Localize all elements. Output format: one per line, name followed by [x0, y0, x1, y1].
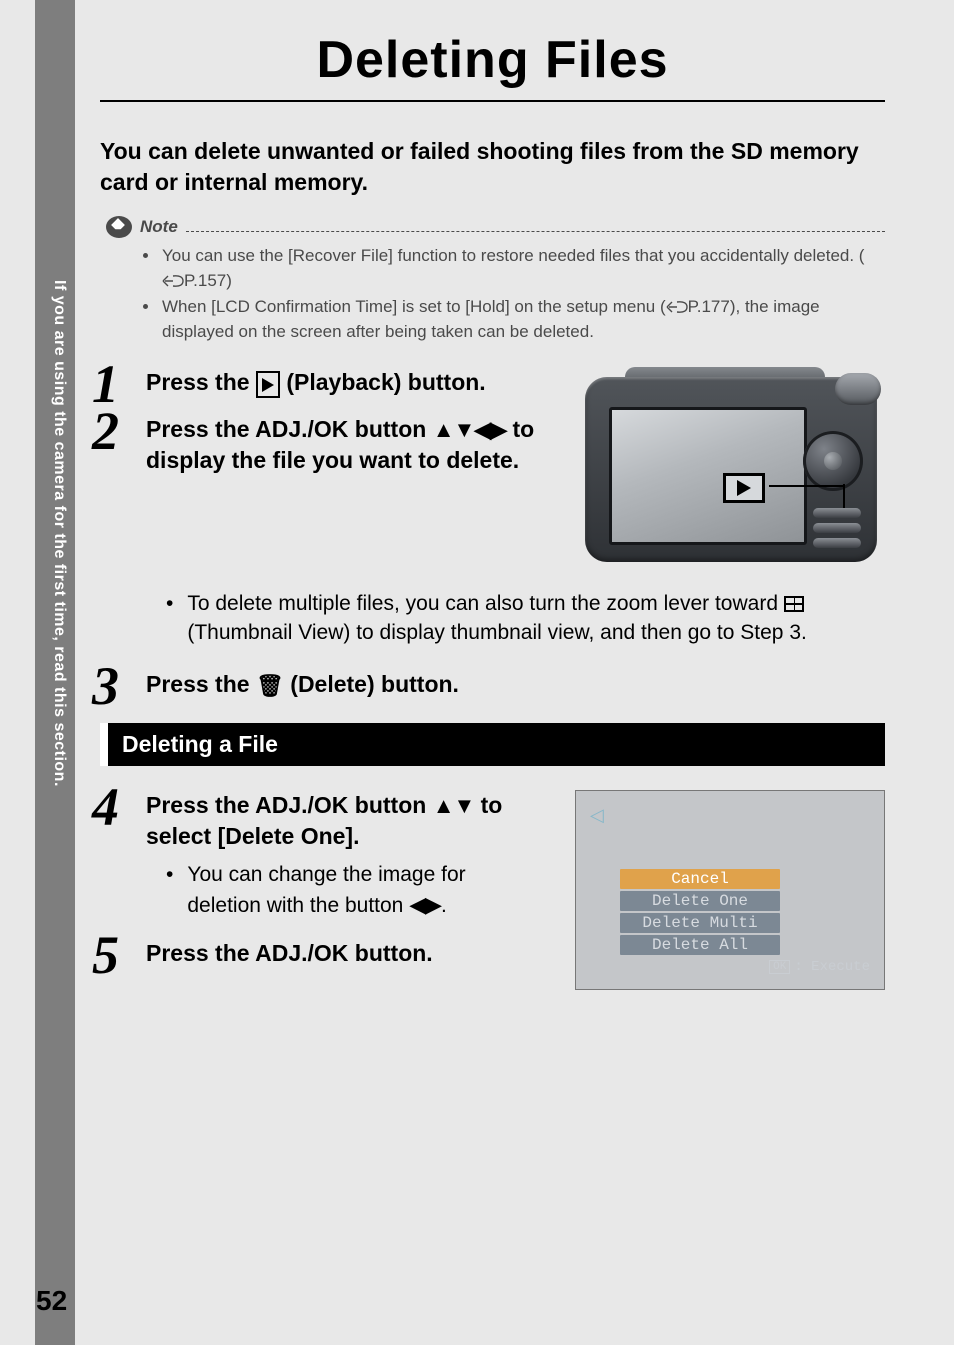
- step-4: 4 Press the ADJ./OK button ▲▼ to select …: [100, 790, 536, 920]
- menu-ok-hint: OK : Execute: [769, 959, 870, 975]
- step-4-bullet: • You can change the image for deletion …: [166, 860, 536, 920]
- text: (Playback) button.: [280, 369, 486, 395]
- playback-button-callout: [723, 473, 765, 503]
- step-number: 5: [92, 924, 119, 986]
- step-text: Press the (Playback) button.: [146, 367, 536, 398]
- bullet-dot: •: [166, 860, 173, 920]
- text: Press the ADJ./OK button: [146, 792, 433, 818]
- reference-icon: [162, 274, 184, 288]
- note-text: You can use the [Recover File] function …: [162, 246, 864, 265]
- step-group-1: 1 Press the (Playback) button. 2 Press t…: [100, 367, 885, 581]
- ok-key-icon: OK: [769, 960, 790, 974]
- menu-item-delete-all: Delete All: [620, 935, 780, 955]
- step-number: 2: [92, 400, 119, 462]
- dpad-arrows-icon: ▲▼◀▶: [433, 417, 506, 442]
- note-ref: P.157: [184, 271, 226, 290]
- delete-menu-illustration: ◁ Cancel Delete One Delete Multi Delete …: [575, 790, 885, 990]
- step-text: Press the ADJ./OK button ▲▼◀▶ to display…: [146, 414, 536, 476]
- note-text: When [LCD Confirmation Time] is set to […: [162, 297, 666, 316]
- text: (Thumbnail View) to display thumbnail vi…: [187, 621, 806, 644]
- page-title: Deleting Files: [100, 30, 885, 102]
- menu-item-delete-one: Delete One: [620, 891, 780, 911]
- pencil-icon: [106, 216, 132, 238]
- delete-menu-list: Cancel Delete One Delete Multi Delete Al…: [620, 869, 780, 957]
- step-2-bullet: • To delete multiple files, you can also…: [166, 589, 885, 648]
- step-text: Press the 🗑︎ (Delete) button.: [146, 669, 885, 701]
- bullet-text: You can change the image for deletion wi…: [187, 860, 536, 920]
- text: To delete multiple files, you can also t…: [187, 592, 783, 615]
- thumbnail-view-icon: [784, 596, 804, 612]
- note-block: Note You can use the [Recover File] func…: [106, 216, 885, 345]
- step-3: 3 Press the 🗑︎ (Delete) button.: [100, 669, 885, 701]
- step-2: 2 Press the ADJ./OK button ▲▼◀▶ to displ…: [100, 414, 536, 476]
- leftright-arrows-icon: ◀▶: [409, 892, 441, 917]
- step-5: 5 Press the ADJ./OK button.: [100, 938, 536, 969]
- updown-arrows-icon: ▲▼: [433, 793, 475, 818]
- bullet-dot: •: [166, 589, 173, 648]
- text: .: [441, 894, 447, 917]
- reference-icon: [666, 300, 688, 314]
- camera-illustration: [575, 367, 885, 577]
- step-group-2: 4 Press the ADJ./OK button ▲▼ to select …: [100, 790, 885, 990]
- menu-left-arrow-icon: ◁: [590, 805, 604, 826]
- text: Press the: [146, 369, 256, 395]
- page-content: Deleting Files You can delete unwanted o…: [100, 30, 885, 990]
- text: Press the ADJ./OK button: [146, 416, 433, 442]
- text: (Delete) button.: [284, 671, 459, 697]
- step-1: 1 Press the (Playback) button.: [100, 367, 536, 398]
- bullet-text: To delete multiple files, you can also t…: [187, 589, 885, 648]
- playback-icon: [256, 371, 280, 398]
- note-item: When [LCD Confirmation Time] is set to […: [160, 295, 885, 344]
- step-number: 4: [92, 776, 119, 838]
- step-text: Press the ADJ./OK button.: [146, 938, 536, 969]
- trash-icon: 🗑︎: [256, 673, 284, 698]
- page-number: 52: [36, 1285, 67, 1317]
- step-text: Press the ADJ./OK button ▲▼ to select [D…: [146, 790, 536, 852]
- menu-item-cancel: Cancel: [620, 869, 780, 889]
- note-text: ): [226, 271, 232, 290]
- section-heading-text: Deleting a File: [122, 731, 278, 757]
- note-list: You can use the [Recover File] function …: [160, 244, 885, 345]
- note-ref: P.177: [688, 297, 730, 316]
- sidebar-text: If you are using the camera for the firs…: [42, 280, 68, 980]
- text: Press the: [146, 671, 256, 697]
- note-dash-rule: [186, 231, 885, 232]
- intro-paragraph: You can delete unwanted or failed shooti…: [100, 136, 885, 198]
- note-item: You can use the [Recover File] function …: [160, 244, 885, 293]
- step-number: 3: [92, 655, 119, 717]
- execute-label: : Execute: [794, 959, 870, 975]
- menu-item-delete-multi: Delete Multi: [620, 913, 780, 933]
- section-heading-bar: Deleting a File: [100, 723, 885, 766]
- note-label: Note: [140, 217, 178, 237]
